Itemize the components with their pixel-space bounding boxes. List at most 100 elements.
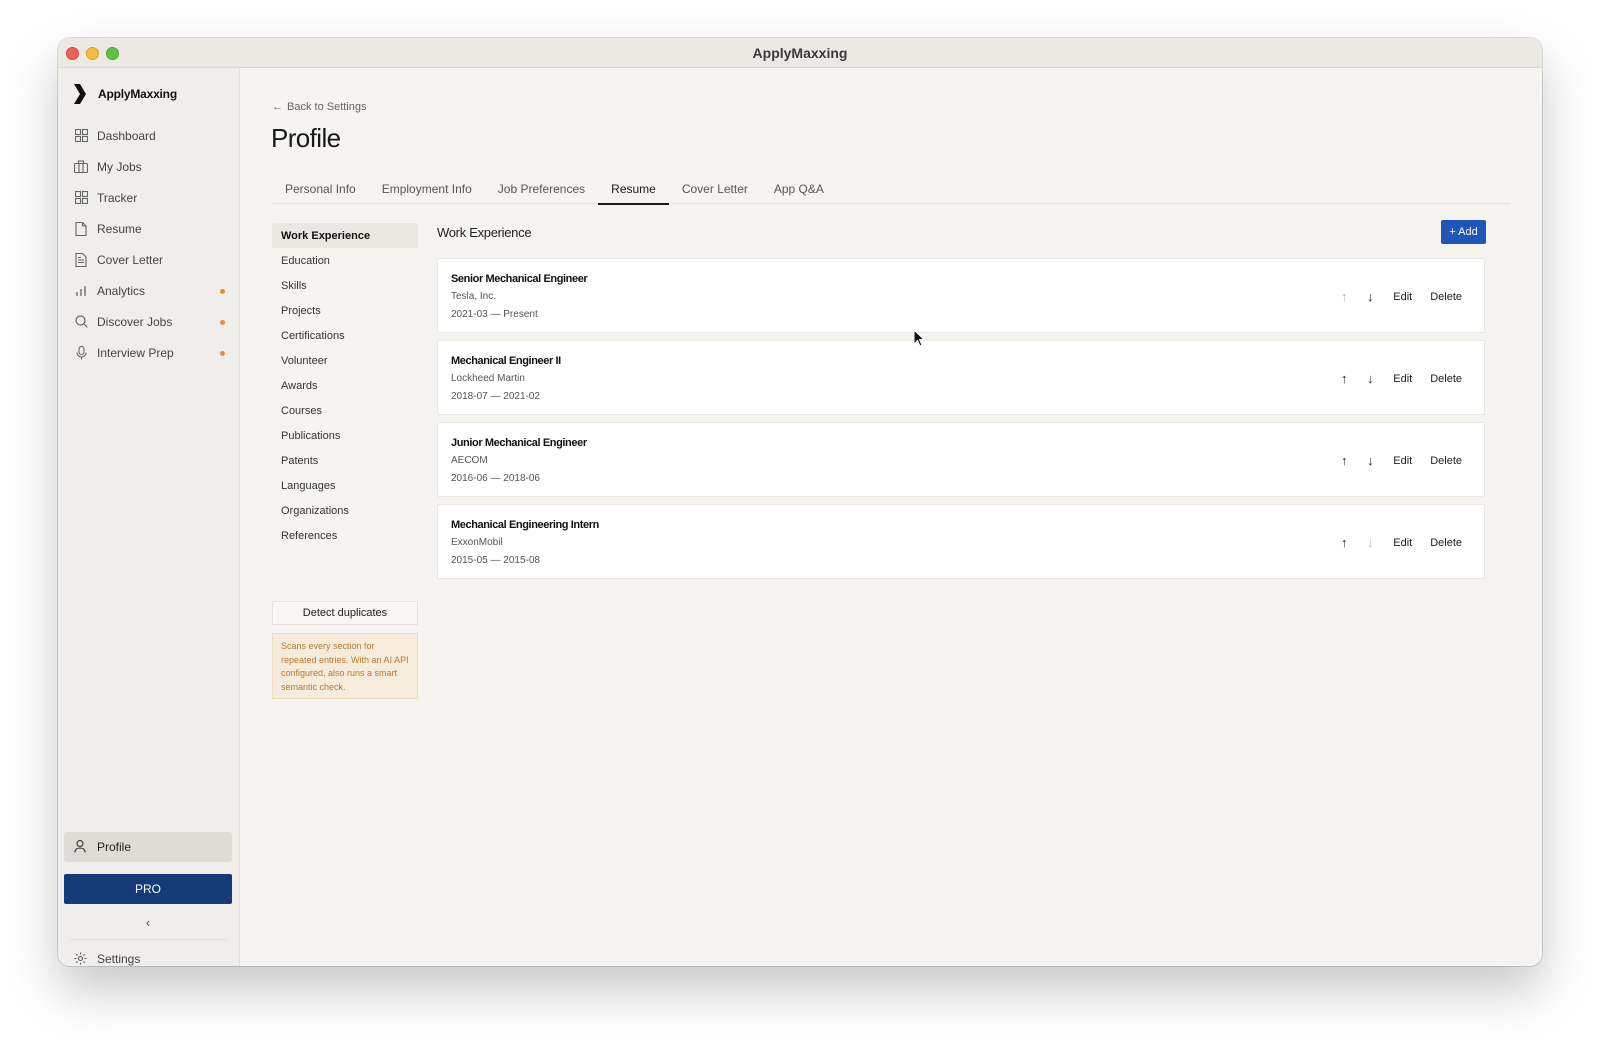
entry-dates: 2018-07 — 2021-02	[451, 391, 540, 402]
delete-button[interactable]: Delete	[1430, 537, 1462, 549]
sidebar-item-discover-jobs[interactable]: Discover Jobs	[64, 306, 233, 337]
section-item-skills[interactable]: Skills	[272, 273, 418, 298]
sidebar-item-interview-prep[interactable]: Interview Prep	[64, 337, 233, 368]
section-item-references[interactable]: References	[272, 523, 418, 548]
arrow-left-icon: ←	[272, 101, 283, 113]
sidebar-item-profile[interactable]: Profile	[64, 832, 232, 862]
move-down-icon[interactable]: ↓	[1357, 371, 1383, 386]
mouse-pointer-icon	[913, 329, 925, 347]
tab-personal-info[interactable]: Personal Info	[272, 178, 369, 204]
title-bar: ApplyMaxxing	[58, 38, 1542, 68]
move-up-icon[interactable]: ↑	[1331, 535, 1357, 550]
back-to-settings-link[interactable]: ← Back to Settings	[272, 101, 367, 113]
entry-company: AECOM	[451, 455, 488, 466]
tab-employment-info[interactable]: Employment Info	[369, 178, 485, 204]
briefcase-icon	[74, 160, 88, 174]
sidebar-item-resume[interactable]: Resume	[64, 213, 233, 244]
sidebar-item-label: Interview Prep	[97, 345, 174, 360]
back-link-label: Back to Settings	[287, 101, 367, 113]
bar-chart-icon	[74, 284, 88, 298]
move-up-icon[interactable]: ↑	[1331, 289, 1357, 304]
section-item-awards[interactable]: Awards	[272, 373, 418, 398]
user-icon	[74, 840, 88, 854]
entry-dates: 2015-05 — 2015-08	[451, 555, 540, 566]
section-title: Work Experience	[437, 225, 532, 240]
add-entry-button[interactable]: + Add	[1441, 220, 1486, 244]
sidebar-item-label: Settings	[97, 952, 141, 966]
entry-title: Senior Mechanical Engineer	[451, 273, 588, 285]
delete-button[interactable]: Delete	[1430, 291, 1462, 303]
entry-company: Tesla, Inc.	[451, 291, 497, 302]
grid-icon	[74, 129, 88, 143]
sidebar: ApplyMaxxing Dashboard My Jobs Tracker R…	[58, 68, 240, 966]
sidebar-item-label: Dashboard	[97, 128, 156, 143]
list-item: Senior Mechanical Engineer Tesla, Inc. 2…	[437, 258, 1485, 333]
section-item-publications[interactable]: Publications	[272, 423, 418, 448]
tab-job-preferences[interactable]: Job Preferences	[485, 178, 598, 204]
sidebar-item-tracker[interactable]: Tracker	[64, 182, 233, 213]
sidebar-item-cover-letter[interactable]: Cover Letter	[64, 244, 233, 275]
sidebar-item-analytics[interactable]: Analytics	[64, 275, 233, 306]
entry-actions: ↑ ↓ Edit Delete	[1331, 453, 1462, 468]
window-title: ApplyMaxxing	[752, 45, 848, 61]
entry-company: ExxonMobil	[451, 537, 503, 548]
entry-title: Junior Mechanical Engineer	[451, 437, 587, 449]
sidebar-divider	[70, 939, 227, 940]
edit-button[interactable]: Edit	[1393, 537, 1412, 549]
entry-actions: ↑ ↓ Edit Delete	[1331, 535, 1462, 550]
edit-button[interactable]: Edit	[1393, 291, 1412, 303]
grid-icon	[74, 191, 88, 205]
brand-name: ApplyMaxxing	[98, 87, 177, 101]
sidebar-nav: Dashboard My Jobs Tracker Resume Cover L…	[64, 120, 233, 368]
section-item-projects[interactable]: Projects	[272, 298, 418, 323]
sidebar-item-my-jobs[interactable]: My Jobs	[64, 151, 233, 182]
section-item-patents[interactable]: Patents	[272, 448, 418, 473]
move-down-icon[interactable]: ↓	[1357, 535, 1383, 550]
pro-button[interactable]: PRO	[64, 874, 232, 904]
microphone-icon	[74, 345, 88, 360]
move-up-icon[interactable]: ↑	[1331, 371, 1357, 386]
edit-button[interactable]: Edit	[1393, 455, 1412, 467]
detect-duplicates-note: Scans every section for repeated entries…	[272, 633, 418, 699]
notification-dot	[220, 289, 225, 294]
entry-actions: ↑ ↓ Edit Delete	[1331, 371, 1462, 386]
move-down-icon[interactable]: ↓	[1357, 453, 1383, 468]
tab-app-qa[interactable]: App Q&A	[761, 178, 837, 204]
delete-button[interactable]: Delete	[1430, 373, 1462, 385]
resume-section-nav: Work Experience Education Skills Project…	[272, 223, 418, 548]
gear-icon	[74, 952, 88, 966]
section-item-languages[interactable]: Languages	[272, 473, 418, 498]
sidebar-item-settings[interactable]: Settings	[64, 944, 232, 966]
section-item-education[interactable]: Education	[272, 248, 418, 273]
edit-button[interactable]: Edit	[1393, 373, 1412, 385]
tab-cover-letter[interactable]: Cover Letter	[669, 178, 761, 204]
sidebar-item-label: Tracker	[97, 190, 138, 205]
section-item-volunteer[interactable]: Volunteer	[272, 348, 418, 373]
sidebar-item-label: Profile	[97, 840, 132, 854]
entry-title: Mechanical Engineering Intern	[451, 519, 599, 531]
move-down-icon[interactable]: ↓	[1357, 289, 1383, 304]
page-title: Profile	[271, 123, 341, 153]
entry-company: Lockheed Martin	[451, 373, 525, 384]
list-item: Mechanical Engineering Intern ExxonMobil…	[437, 504, 1485, 579]
sidebar-item-label: Discover Jobs	[97, 314, 173, 329]
document-icon	[74, 252, 88, 267]
app-window: ApplyMaxxing ApplyMaxxing Dashboard My J…	[58, 38, 1542, 966]
move-up-icon[interactable]: ↑	[1331, 453, 1357, 468]
detect-duplicates-button[interactable]: Detect duplicates	[272, 601, 418, 625]
collapse-sidebar-button[interactable]: ‹	[64, 910, 232, 934]
delete-button[interactable]: Delete	[1430, 455, 1462, 467]
sidebar-item-dashboard[interactable]: Dashboard	[64, 120, 233, 151]
section-item-courses[interactable]: Courses	[272, 398, 418, 423]
section-item-organizations[interactable]: Organizations	[272, 498, 418, 523]
section-item-certifications[interactable]: Certifications	[272, 323, 418, 348]
section-item-work-experience[interactable]: Work Experience	[272, 223, 418, 248]
search-icon	[74, 315, 88, 329]
brand[interactable]: ApplyMaxxing	[72, 83, 177, 105]
tab-resume[interactable]: Resume	[598, 178, 669, 205]
sidebar-item-label: Analytics	[97, 283, 146, 298]
entry-dates: 2016-06 — 2018-06	[451, 473, 540, 484]
profile-tabs: Personal Info Employment Info Job Prefer…	[272, 178, 1510, 205]
notification-dot	[220, 351, 225, 356]
entry-dates: 2021-03 — Present	[451, 309, 538, 320]
